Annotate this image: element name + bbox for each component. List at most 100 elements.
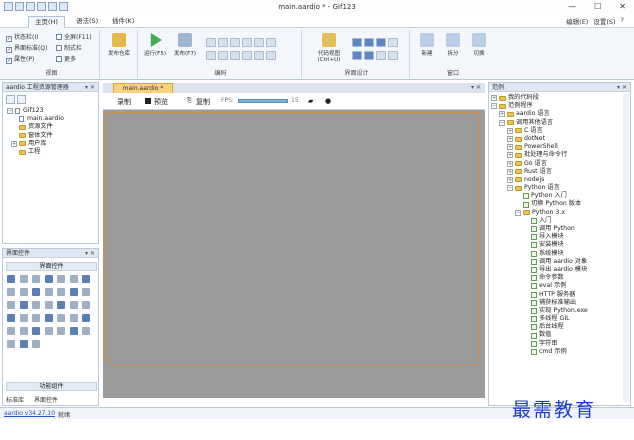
ui-standard-checkbox[interactable]: ✓ 界面标准(Q) <box>6 43 47 53</box>
control-icon[interactable] <box>32 327 40 335</box>
statusbar-checkbox[interactable]: ✓ 状态栏(I) <box>6 32 38 42</box>
expand-icon[interactable]: + <box>507 136 513 143</box>
edit-menu[interactable]: 编辑(E) <box>566 16 588 26</box>
sample-node[interactable]: + C 语言 <box>491 127 588 135</box>
release-repo-button[interactable]: 发布仓库 <box>106 33 132 67</box>
capture-frame[interactable] <box>105 112 479 362</box>
sample-node[interactable]: + 批处理与命令行 <box>491 151 588 159</box>
tree-node[interactable]: − Gif123 <box>7 107 64 115</box>
sample-node[interactable]: HTTP 服务器 <box>491 291 588 299</box>
sample-node[interactable]: 导出 aardio 模块 <box>491 266 588 274</box>
control-icon[interactable] <box>57 301 65 309</box>
tab-home[interactable]: 主页(H) <box>28 16 65 28</box>
stop-icon[interactable] <box>145 98 151 104</box>
minimize-icon[interactable]: — <box>568 2 576 11</box>
code-tool-icon[interactable] <box>218 51 228 60</box>
sample-node[interactable]: 切换 Python 版本 <box>491 200 588 208</box>
control-icon[interactable] <box>19 340 28 348</box>
control-icon[interactable] <box>32 288 40 296</box>
toolbox-section-header[interactable]: 界面控件 <box>6 262 97 271</box>
function-section-header[interactable]: 功能组件 <box>6 382 97 391</box>
property-checkbox[interactable]: ✓ 属性(P) <box>6 54 34 64</box>
control-icon[interactable] <box>57 275 65 283</box>
control-icon[interactable] <box>69 301 78 309</box>
collapse-icon[interactable]: − <box>499 119 505 126</box>
control-icon[interactable] <box>7 314 15 322</box>
code-tool-icon[interactable] <box>254 38 264 47</box>
fps-slider[interactable] <box>238 99 288 103</box>
expand-icon[interactable]: + <box>11 140 17 147</box>
expand-icon[interactable]: + <box>507 127 513 134</box>
new-window-button[interactable]: 新建 <box>414 33 440 67</box>
tab-plugins[interactable]: 插件(K) <box>106 16 140 28</box>
code-tool-icon[interactable] <box>242 51 252 60</box>
collapse-icon[interactable]: − <box>7 108 13 115</box>
sample-node[interactable]: − 调用其他语言 <box>491 119 588 127</box>
sample-node[interactable]: 安装模块 <box>491 241 588 249</box>
control-icon[interactable] <box>44 314 53 322</box>
switch-button[interactable]: 切换 <box>466 33 492 67</box>
collapse-icon[interactable]: − <box>515 209 521 216</box>
collapse-icon[interactable]: − <box>491 103 497 110</box>
expand-icon[interactable]: + <box>507 168 513 175</box>
control-icon[interactable] <box>82 327 90 335</box>
sample-node[interactable]: + 我的代码段 <box>491 94 588 102</box>
align-icon[interactable] <box>352 51 362 60</box>
sample-node[interactable]: + aardio 语言 <box>491 110 588 118</box>
sample-node[interactable]: 系统模块 <box>491 250 588 258</box>
code-tool-icon[interactable] <box>206 51 216 60</box>
control-icon[interactable] <box>57 327 65 335</box>
control-icon[interactable] <box>82 314 90 322</box>
split-button[interactable]: 拆分 <box>440 33 466 67</box>
control-icon[interactable] <box>19 275 28 283</box>
panel-pin-icon[interactable]: ▾ ✕ <box>85 249 95 258</box>
sample-node[interactable]: 字符串 <box>491 340 588 348</box>
sample-node[interactable]: + dotNet <box>491 135 588 143</box>
fullscreen-checkbox[interactable]: 全屏(F11) <box>56 32 92 41</box>
control-icon[interactable] <box>44 301 53 309</box>
code-tool-icon[interactable] <box>242 38 252 47</box>
close-tab-icon[interactable]: ▾ ✕ <box>471 84 481 91</box>
control-icon[interactable] <box>82 275 90 283</box>
sample-node[interactable]: + Go 语言 <box>491 160 588 168</box>
sample-node[interactable]: 调用 aardio 对象 <box>491 258 588 266</box>
code-tool-icon[interactable] <box>266 38 276 47</box>
code-tool-icon[interactable] <box>206 38 216 47</box>
align-icon[interactable] <box>364 38 374 47</box>
control-icon[interactable] <box>69 327 78 335</box>
copy-button[interactable]: 复制 <box>196 97 210 107</box>
record-button[interactable]: 录制 <box>117 97 131 107</box>
panel-pin-icon[interactable]: ▾ ✕ <box>85 83 95 92</box>
sample-node[interactable]: − Python 3.x <box>491 209 588 217</box>
sample-node[interactable]: 入门 <box>491 217 588 225</box>
control-icon[interactable] <box>69 275 78 283</box>
run-button[interactable]: 运行(F5) <box>142 33 168 67</box>
control-icon[interactable] <box>7 288 15 296</box>
control-icon[interactable] <box>44 288 53 296</box>
project-tool-icon[interactable] <box>6 95 15 104</box>
control-icon[interactable] <box>82 288 90 296</box>
more-button[interactable]: 更多 <box>56 54 76 63</box>
expand-icon[interactable]: + <box>507 152 513 159</box>
control-icon[interactable] <box>19 288 28 296</box>
samples-scrollbar[interactable] <box>623 94 629 402</box>
code-tool-icon[interactable] <box>230 38 240 47</box>
code-tool-icon[interactable] <box>230 51 240 60</box>
sample-node[interactable]: 实现 Python.exe <box>491 307 588 315</box>
control-icon[interactable] <box>82 301 90 309</box>
preview-button[interactable]: 预览 <box>154 97 168 107</box>
capture-canvas[interactable] <box>103 110 485 398</box>
expand-icon[interactable]: + <box>507 176 513 183</box>
maximize-icon[interactable]: ☐ <box>594 2 601 11</box>
sample-node[interactable]: cmd 示例 <box>491 348 588 356</box>
tree-node[interactable]: 资源文件 <box>7 123 64 131</box>
control-icon[interactable] <box>69 288 78 296</box>
tree-node[interactable]: 工程 <box>7 148 64 156</box>
expand-icon[interactable]: + <box>491 95 497 102</box>
code-tool-icon[interactable] <box>254 51 264 60</box>
control-icon[interactable] <box>19 314 28 322</box>
format-bar-checkbox[interactable]: 制式栏 <box>56 43 82 52</box>
align-icon[interactable] <box>388 38 398 47</box>
sample-node[interactable]: 调用 Python <box>491 225 588 233</box>
editor-tab-main[interactable]: main.aardio * <box>113 83 173 93</box>
